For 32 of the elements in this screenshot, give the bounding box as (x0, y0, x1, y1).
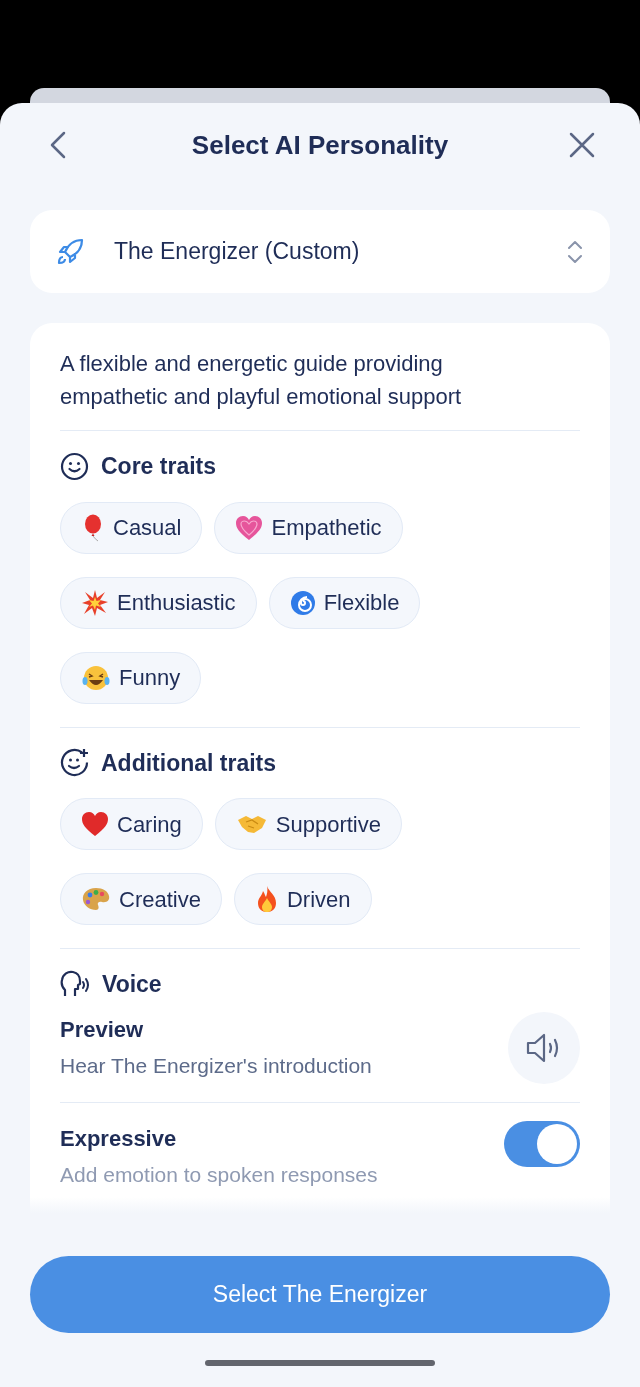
palette-icon (81, 886, 111, 912)
spiral-icon (289, 589, 316, 616)
expressive-title: Expressive (60, 1125, 178, 1154)
section-heading: Core traits (101, 452, 217, 481)
close-icon (569, 132, 595, 158)
expressive-toggle[interactable] (504, 1120, 580, 1167)
personality-description: A flexible and energetic guide providing empathetic and playful emotional support (60, 350, 463, 411)
chevron-left-icon (49, 131, 67, 159)
trait-chip: Casual (60, 501, 203, 554)
section-heading: Voice (102, 970, 162, 999)
laughing-face-icon (81, 663, 111, 692)
section-heading: Additional traits (101, 748, 277, 778)
smiley-plus-icon (60, 748, 89, 778)
trait-chip: Driven (233, 873, 372, 925)
heart-icon (81, 811, 109, 837)
trait-chip: Supportive (214, 798, 402, 850)
smiley-icon (60, 451, 89, 481)
trait-chip: Enthusiastic (60, 576, 257, 629)
trait-chip: Creative (60, 873, 222, 925)
trait-chip: Empathetic (214, 501, 403, 554)
speaking-head-icon (60, 970, 90, 999)
trait-chip: Flexible (268, 576, 421, 629)
personality-dropdown[interactable]: The Energizer (Custom) (30, 210, 610, 293)
screen-title: Select AI Personality (191, 128, 449, 162)
expressive-subtitle: Add emotion to spoken responses (60, 1162, 378, 1189)
preview-subtitle: Hear The Energizer's introduction (60, 1053, 372, 1080)
trait-chip: Caring (60, 798, 203, 850)
preview-title: Preview (60, 1016, 145, 1045)
chevron-up-down-icon (566, 238, 584, 265)
trait-chip: Funny (60, 651, 202, 704)
heart-icon (235, 514, 264, 541)
rocket-icon (56, 237, 84, 266)
